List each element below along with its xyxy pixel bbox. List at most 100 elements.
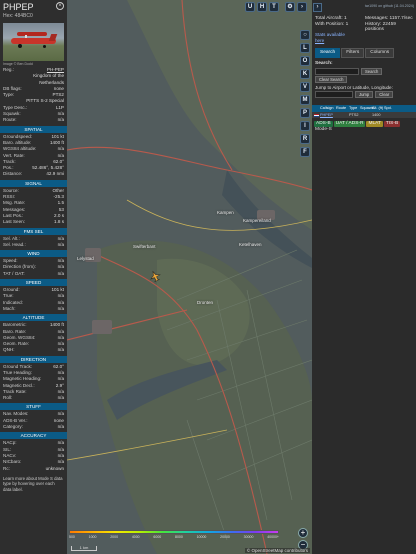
altitude-label: 1000 (88, 535, 97, 539)
info-key: Rc: (3, 465, 10, 471)
info-value: n/a (57, 424, 64, 430)
altitude-label: 10000 (196, 535, 207, 539)
clear-jump-button[interactable]: Clear (375, 91, 394, 98)
column-header[interactable]: Alt. (ft) (372, 105, 384, 112)
collapse-panel-icon[interactable]: › (313, 3, 322, 12)
altitude-label: 30000 (243, 535, 254, 539)
section-header-stuff[interactable]: STUFF (0, 403, 67, 411)
map-view[interactable]: Kampen Kampereiland Lelystad Swifterbant Dro… (67, 0, 312, 554)
altitude-label: 500 (69, 535, 75, 539)
with-position: With Position: 1 (315, 22, 349, 27)
close-icon[interactable]: × (56, 2, 64, 10)
zoom-in-button[interactable]: + (298, 528, 308, 538)
section-header-wind[interactable]: WIND (0, 250, 67, 258)
jump-input[interactable] (315, 91, 353, 98)
place-label: Swifterbant (133, 244, 156, 249)
info-value: n/a (57, 347, 64, 353)
jump-button[interactable]: Jump (355, 91, 374, 98)
search-input[interactable] (315, 68, 359, 75)
map-top-button-t[interactable]: T (269, 2, 279, 12)
legend-mlat[interactable]: MLAT (366, 121, 383, 127)
map-top-button-h[interactable]: H (257, 2, 267, 12)
stats-link[interactable]: here (315, 38, 324, 43)
info-value: n/a (57, 395, 64, 401)
map-side-button-r[interactable]: R (300, 134, 310, 144)
info-key: Category: (3, 424, 23, 430)
map-side-button-l[interactable]: L (300, 43, 310, 53)
altitude-label: 4000 (131, 535, 140, 539)
place-label: Kampen (217, 210, 234, 215)
table-header: Callsign Route Type Squawk Alt. (ft) Spd. (312, 105, 416, 112)
info-key: Sel. Head.: (3, 241, 26, 247)
legend-tis-b[interactable]: TIS-B (383, 121, 401, 127)
map-side-button-p[interactable]: P (300, 108, 310, 118)
tab-columns[interactable]: Columns (365, 48, 395, 58)
section-header-signal[interactable]: SIGNAL (0, 179, 67, 187)
aircraft-header: PHPEP Hex: 484BC0 × (0, 0, 67, 20)
tab-search[interactable]: Search (315, 48, 341, 58)
legend-uat-ads-r[interactable]: UAT / ADS-R (333, 121, 366, 127)
map-scale: 1 km (71, 546, 97, 551)
map-button-column: ○ L O K V M P I R F (300, 30, 311, 160)
table-cell (336, 112, 349, 118)
column-header[interactable]: Callsign (320, 105, 336, 112)
info-row: Last Seen: 1.8 s (3, 219, 64, 225)
place-label: Kampereiland (243, 218, 271, 223)
detail-key: Reg.: (3, 67, 14, 72)
map-attribution[interactable]: © OpenStreetMap contributors (244, 548, 310, 553)
map-side-button-o[interactable]: O (300, 56, 310, 66)
expand-panel-icon[interactable]: › (297, 2, 307, 12)
altitude-label: 2000 (110, 535, 119, 539)
table-cell: PHPEP (320, 113, 333, 117)
info-key: Distance: (3, 171, 23, 177)
column-header[interactable]: Squawk (360, 105, 374, 112)
map-side-button-f[interactable]: F (300, 147, 310, 157)
section-header-fms-sel[interactable]: FMS SEL (0, 227, 67, 235)
search-button[interactable]: Search (361, 68, 383, 75)
info-row: Sel. Head.: n/a (3, 242, 64, 248)
place-label: Ketelhaven (239, 242, 262, 247)
source-legend: ADS-B UAT / ADS-R MLAT TIS-B (312, 118, 416, 127)
clear-search-button[interactable]: Clear Search (315, 76, 348, 83)
info-row: Distance: 42.9 nmi (3, 171, 64, 177)
aircraft-table: Callsign Route Type Squawk Alt. (ft) Spd. PHP… (312, 105, 416, 118)
map-side-button-i[interactable]: I (300, 121, 310, 131)
column-header[interactable]: Route (336, 105, 349, 112)
detail-row: Kingdom of the Netherlands (3, 73, 64, 86)
info-value: unknown (45, 465, 64, 471)
map-side-button-k[interactable]: K (300, 69, 310, 79)
table-cell: PTS2 (349, 113, 359, 117)
section-header-spatial[interactable]: SPATIAL (0, 125, 67, 133)
search-section: Search: Search Clear Search Jump to Airp… (312, 58, 416, 101)
total-aircraft: Total Aircraft: 1 (315, 16, 347, 21)
stats-available-text: Stats available (315, 32, 345, 37)
section-header-direction[interactable]: DIRECTION (0, 355, 67, 363)
panel-tabs: Search Filters Columns (315, 48, 413, 58)
aircraft-photo[interactable] (3, 23, 64, 61)
detail-key: Type: (3, 92, 15, 98)
section-header-speed[interactable]: SPEED (0, 279, 67, 287)
map-side-button-m[interactable]: M (300, 95, 310, 105)
app-root: PHPEP Hex: 484BC0 × Image © Ben Dodd Reg… (0, 0, 416, 554)
info-value: 1.8 s (54, 219, 64, 225)
map-top-button-u[interactable]: U (245, 2, 255, 12)
info-key: Roll: (3, 395, 13, 401)
info-value: 42.9 nmi (46, 171, 64, 177)
jump-label: Jump to Airport or Latitude, Longitude: (315, 85, 393, 90)
section-header-altitude[interactable]: ALTITUDE (0, 314, 67, 322)
aircraft-hex: Hex: 484BC0 (3, 13, 33, 19)
place-label: Dronten (197, 300, 214, 305)
info-row: QNH: n/a (3, 347, 64, 353)
settings-gear-icon[interactable]: ⚙ (285, 2, 295, 12)
column-header[interactable]: Type (349, 105, 360, 112)
info-value: n/a (57, 305, 64, 311)
section-header-accuracy[interactable]: ACCURACY (0, 432, 67, 440)
circle-toggle-icon[interactable]: ○ (300, 30, 310, 40)
aircraft-details: Reg.: PH-PEP Kingdom of the Netherlands DB … (0, 67, 67, 124)
altitude-label: 20000 (220, 535, 230, 539)
version-link[interactable]: tar1090 on github (11.04.2024) (365, 4, 414, 8)
column-header[interactable]: Spd. (384, 105, 396, 112)
info-value: n/a (57, 241, 64, 247)
tab-filters[interactable]: Filters (341, 48, 365, 58)
map-side-button-v[interactable]: V (300, 82, 310, 92)
